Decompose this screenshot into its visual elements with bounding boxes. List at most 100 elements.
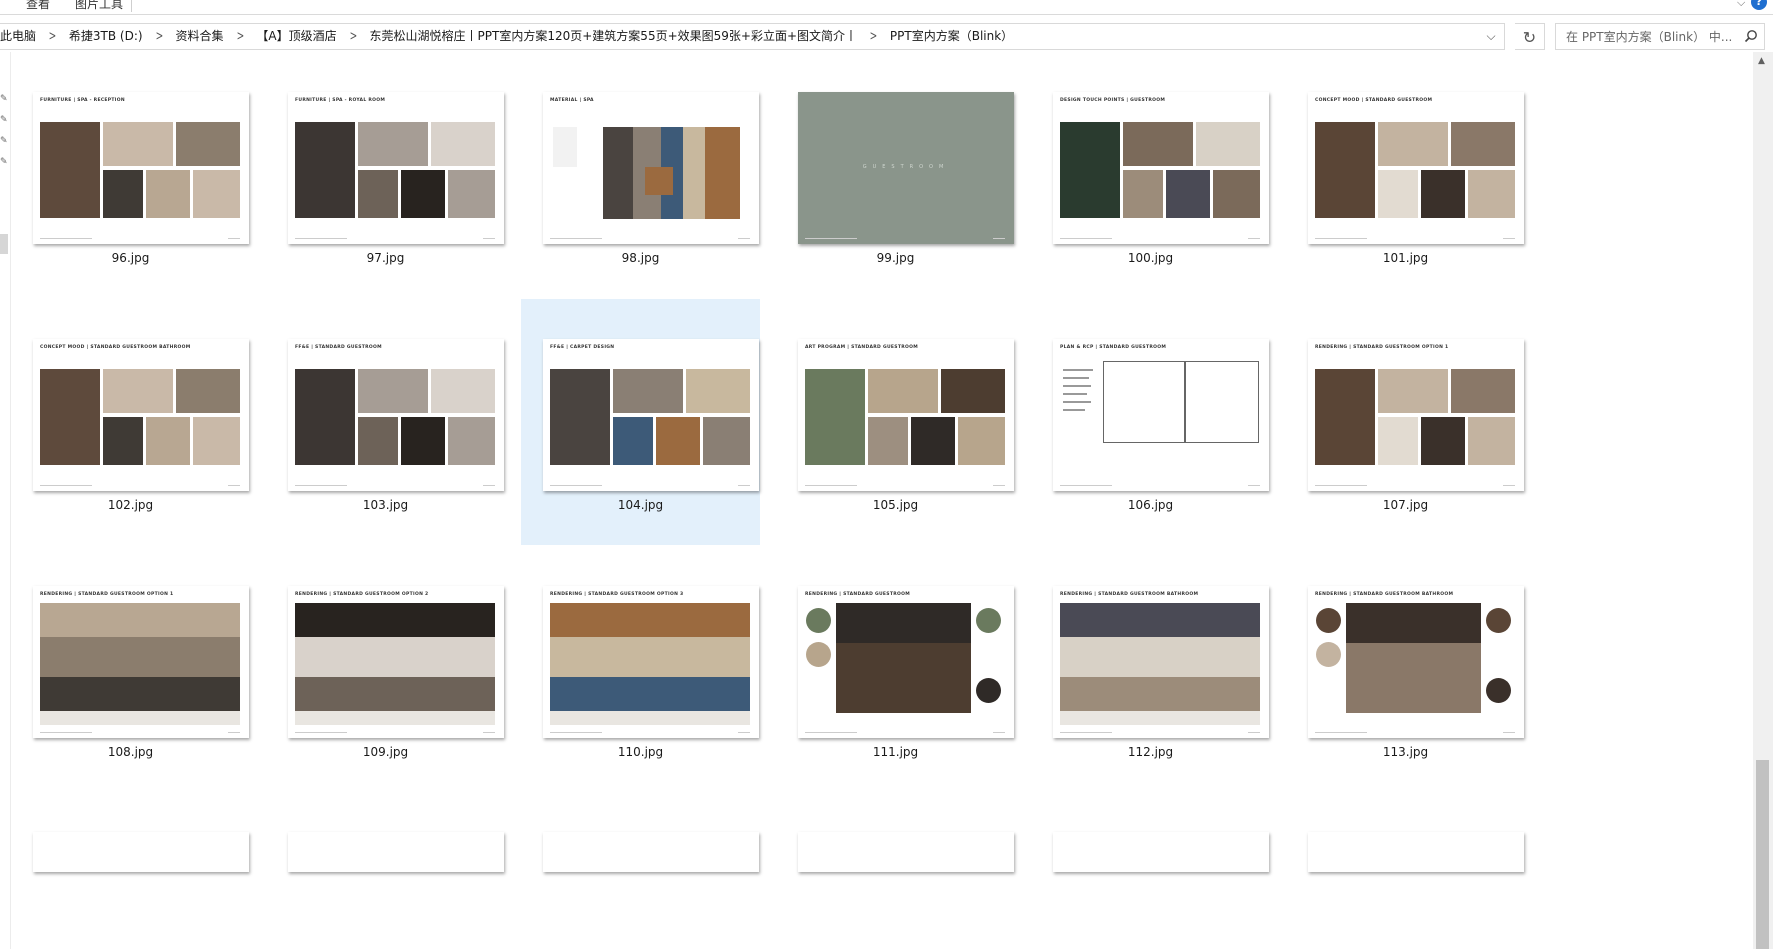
file-thumbnail-partial[interactable]: [543, 832, 759, 872]
file-item[interactable]: RENDERING | STANDARD GUESTROOM BATHROOM 1…: [1286, 546, 1525, 792]
chevron-right-icon[interactable]: >: [49, 24, 57, 49]
file-thumbnail[interactable]: RENDERING | STANDARD GUESTROOM OPTION 2: [288, 586, 504, 738]
file-thumbnail[interactable]: RENDERING | STANDARD GUESTROOM BATHROOM: [1308, 586, 1524, 738]
crumb-collection[interactable]: 资料合集: [176, 24, 224, 49]
chevron-right-icon[interactable]: >: [236, 24, 244, 49]
file-name[interactable]: 101.jpg: [1286, 251, 1525, 265]
file-thumbnail[interactable]: RENDERING | STANDARD GUESTROOM OPTION 1: [33, 586, 249, 738]
file-name[interactable]: 108.jpg: [11, 745, 250, 759]
file-name[interactable]: 102.jpg: [11, 498, 250, 512]
nav-selected-item[interactable]: [0, 234, 8, 254]
address-bar[interactable]: 此电脑 > 希捷3TB (D:) > 资料合集 > 【A】顶级酒店 > 东莞松山湖悦榕庄丨PPT…: [0, 23, 1505, 50]
thumbnail-image-block: [868, 417, 908, 465]
scrollbar-thumb[interactable]: [1756, 760, 1769, 949]
file-thumbnail[interactable]: RENDERING | STANDARD GUESTROOM OPTION 1: [1308, 339, 1524, 491]
file-item[interactable]: RENDERING | STANDARD GUESTROOM OPTION 1 1…: [1286, 299, 1525, 545]
scroll-up-icon[interactable]: ▲: [1758, 56, 1765, 66]
file-name[interactable]: 105.jpg: [776, 498, 1015, 512]
thumbnail-image-block: [941, 369, 1005, 413]
file-name[interactable]: 96.jpg: [11, 251, 250, 265]
search-input[interactable]: [1566, 28, 1738, 46]
thumbnail-image-block: [193, 417, 240, 465]
file-thumbnail[interactable]: FURNITURE | SPA - RECEPTION: [33, 92, 249, 244]
pin-icon[interactable]: ✎: [0, 136, 8, 146]
refresh-icon[interactable]: ↻: [1515, 23, 1545, 50]
search-box[interactable]: [1555, 23, 1765, 50]
file-name[interactable]: 109.jpg: [266, 745, 505, 759]
file-thumbnail-partial[interactable]: [1053, 832, 1269, 872]
file-thumbnail[interactable]: FF&E | STANDARD GUESTROOM: [288, 339, 504, 491]
chevron-down-icon[interactable]: ⌵: [1478, 24, 1504, 49]
thumbnail-image-block: [40, 637, 240, 677]
file-thumbnail[interactable]: RENDERING | STANDARD GUESTROOM: [798, 586, 1014, 738]
file-item[interactable]: RENDERING | STANDARD GUESTROOM 111.jpg: [776, 546, 1015, 792]
pin-icon[interactable]: ✎: [0, 94, 8, 104]
file-item[interactable]: CONCEPT MOOD | STANDARD GUESTROOM 101.jpg: [1286, 52, 1525, 298]
file-item[interactable]: FF&E | STANDARD GUESTROOM 103.jpg: [266, 299, 505, 545]
crumb-hotels[interactable]: 【A】顶级酒店: [256, 24, 336, 49]
file-name[interactable]: 107.jpg: [1286, 498, 1525, 512]
thumbnail-image-block: [448, 170, 495, 218]
file-item[interactable]: PLAN & RCP | STANDARD GUESTROOM 106.jpg: [1031, 299, 1270, 545]
crumb-project[interactable]: 东莞松山湖悦榕庄丨PPT室内方案120页+建筑方案55页+效果图59张+彩立面+…: [370, 24, 857, 49]
file-name[interactable]: 98.jpg: [521, 251, 760, 265]
file-item[interactable]: RENDERING | STANDARD GUESTROOM OPTION 3 1…: [521, 546, 760, 792]
file-item[interactable]: GUESTROOM 99.jpg: [776, 52, 1015, 298]
ribbon-collapse-icon[interactable]: ⌵: [1737, 0, 1745, 10]
file-item[interactable]: RENDERING | STANDARD GUESTROOM BATHROOM 1…: [1031, 546, 1270, 792]
tab-view[interactable]: 查看: [26, 0, 50, 12]
file-name[interactable]: 100.jpg: [1031, 251, 1270, 265]
file-thumbnail-partial[interactable]: [798, 832, 1014, 872]
file-thumbnail-partial[interactable]: [1308, 832, 1524, 872]
file-thumbnail[interactable]: PLAN & RCP | STANDARD GUESTROOM: [1053, 339, 1269, 491]
help-icon[interactable]: ?: [1751, 0, 1767, 10]
file-thumbnail[interactable]: DESIGN TOUCH POINTS | GUESTROOM: [1053, 92, 1269, 244]
tab-picture-tools[interactable]: 图片工具: [75, 0, 133, 12]
file-name[interactable]: 104.jpg: [521, 498, 760, 512]
vertical-scrollbar[interactable]: ▲: [1753, 52, 1773, 949]
file-item[interactable]: ART PROGRAM | STANDARD GUESTROOM 105.jpg: [776, 299, 1015, 545]
file-item[interactable]: FF&E | CARPET DESIGN 104.jpg: [521, 299, 760, 545]
thumbnail-image-block: [358, 170, 398, 218]
slide-heading: RENDERING | STANDARD GUESTROOM: [805, 592, 911, 597]
file-item[interactable]: RENDERING | STANDARD GUESTROOM OPTION 1 1…: [11, 546, 250, 792]
file-name[interactable]: 106.jpg: [1031, 498, 1270, 512]
file-name[interactable]: 97.jpg: [266, 251, 505, 265]
file-name[interactable]: 103.jpg: [266, 498, 505, 512]
file-thumbnail[interactable]: FURNITURE | SPA - ROYAL ROOM: [288, 92, 504, 244]
file-item[interactable]: RENDERING | STANDARD GUESTROOM OPTION 2 1…: [266, 546, 505, 792]
chevron-right-icon[interactable]: >: [155, 24, 163, 49]
file-item[interactable]: DESIGN TOUCH POINTS | GUESTROOM 100.jpg: [1031, 52, 1270, 298]
file-thumbnail-partial[interactable]: [288, 832, 504, 872]
crumb-current-folder[interactable]: PPT室内方案（Blink）: [890, 24, 1013, 49]
file-thumbnail[interactable]: CONCEPT MOOD | STANDARD GUESTROOM: [1308, 92, 1524, 244]
pin-icon[interactable]: ✎: [0, 115, 8, 125]
chevron-right-icon[interactable]: >: [870, 24, 878, 49]
file-thumbnail[interactable]: CONCEPT MOOD | STANDARD GUESTROOM BATHRO…: [33, 339, 249, 491]
file-name[interactable]: 99.jpg: [776, 251, 1015, 265]
file-item[interactable]: FURNITURE | SPA - RECEPTION 96.jpg: [11, 52, 250, 298]
crumb-drive[interactable]: 希捷3TB (D:): [69, 24, 143, 49]
slide-footer-line: [550, 238, 602, 239]
file-item[interactable]: CONCEPT MOOD | STANDARD GUESTROOM BATHRO…: [11, 299, 250, 545]
file-grid: FURNITURE | SPA - RECEPTION 96.jpg FURNITU…: [11, 52, 1751, 949]
file-thumbnail[interactable]: MATERIAL | SPA: [543, 92, 759, 244]
file-item[interactable]: FURNITURE | SPA - ROYAL ROOM 97.jpg: [266, 52, 505, 298]
file-thumbnail[interactable]: ART PROGRAM | STANDARD GUESTROOM: [798, 339, 1014, 491]
file-thumbnail[interactable]: RENDERING | STANDARD GUESTROOM BATHROOM: [1053, 586, 1269, 738]
file-name[interactable]: 112.jpg: [1031, 745, 1270, 759]
pin-icon[interactable]: ✎: [0, 157, 8, 167]
crumb-this-pc[interactable]: 此电脑: [0, 24, 36, 49]
file-name[interactable]: 113.jpg: [1286, 745, 1525, 759]
file-item[interactable]: MATERIAL | SPA 98.jpg: [521, 52, 760, 298]
search-icon[interactable]: [1744, 29, 1758, 43]
file-thumbnail-partial[interactable]: [33, 832, 249, 872]
file-thumbnail[interactable]: RENDERING | STANDARD GUESTROOM OPTION 3: [543, 586, 759, 738]
file-name[interactable]: 110.jpg: [521, 745, 760, 759]
file-name[interactable]: 111.jpg: [776, 745, 1015, 759]
file-thumbnail[interactable]: GUESTROOM: [798, 92, 1014, 244]
breadcrumb: 此电脑 > 希捷3TB (D:) > 资料合集 > 【A】顶级酒店 > 东莞松山湖悦榕庄丨PPT…: [0, 24, 1013, 49]
thumbnail-image-block: [1060, 711, 1260, 725]
file-thumbnail[interactable]: FF&E | CARPET DESIGN: [543, 339, 759, 491]
chevron-right-icon[interactable]: >: [349, 24, 357, 49]
